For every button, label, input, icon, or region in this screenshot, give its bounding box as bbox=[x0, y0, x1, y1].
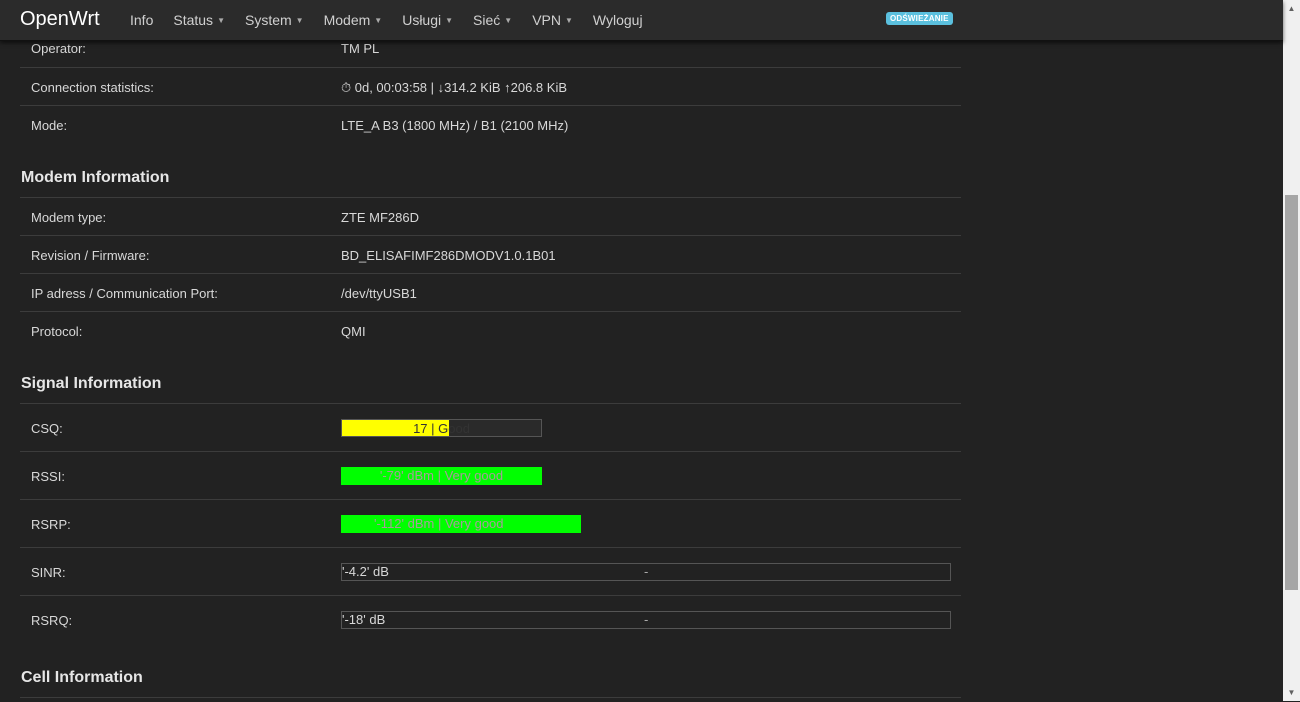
firmware-value: BD_ELISAFIMF286DMODV1.0.1B01 bbox=[341, 248, 556, 263]
nav-siec[interactable]: Sieć ▼ bbox=[463, 0, 522, 40]
csq-label: CSQ: bbox=[31, 421, 63, 436]
csq-bar-text: 17 | Good bbox=[413, 421, 470, 436]
scroll-thumb[interactable] bbox=[1285, 195, 1298, 590]
row-mode: Mode: LTE_A B3 (1800 MHz) / B1 (2100 MHz… bbox=[20, 105, 961, 144]
row-connection-stats: Connection statistics: ⏱ 0d, 00:03:58 | … bbox=[20, 67, 961, 106]
rssi-label: RSSI: bbox=[31, 469, 65, 484]
cell-info-title: Cell Information bbox=[21, 669, 143, 686]
modem-info-title: Modem Information bbox=[21, 169, 170, 186]
rssi-bar-text: '-79' dBm | Very good bbox=[379, 468, 504, 483]
caret-down-icon: ▼ bbox=[504, 16, 513, 26]
rsrp-bar: '-112' dBm | Very good bbox=[341, 515, 581, 533]
nav-modem[interactable]: Modem ▼ bbox=[314, 0, 393, 40]
caret-down-icon: ▼ bbox=[217, 16, 225, 26]
modem-type-value: ZTE MF286D bbox=[341, 210, 420, 225]
row-sinr: SINR: '-4.2' dB - bbox=[20, 547, 961, 596]
row-protocol: Protocol: QMI bbox=[20, 311, 961, 350]
scroll-up-icon[interactable]: ▲ bbox=[1283, 0, 1300, 17]
row-csq: CSQ: 17 | Good bbox=[20, 403, 961, 452]
caret-down-icon: ▼ bbox=[564, 16, 573, 26]
port-value: /dev/ttyUSB1 bbox=[341, 286, 417, 301]
nav-vpn-label: VPN bbox=[532, 12, 561, 28]
main-nav: Info Status ▼ System ▼ Modem ▼ Usługi ▼ Sieć… bbox=[120, 0, 653, 40]
brand-logo[interactable]: OpenWrt bbox=[20, 8, 100, 31]
port-label: IP adress / Communication Port: bbox=[31, 286, 218, 301]
nav-status-label: Status bbox=[173, 12, 214, 28]
navbar: OpenWrt Info Status ▼ System ▼ Modem ▼ Usłu… bbox=[0, 0, 1283, 41]
stats-label: Connection statistics: bbox=[31, 80, 154, 95]
nav-info-label: Info bbox=[130, 12, 154, 28]
rsrq-value: '-18' dB bbox=[342, 612, 386, 627]
row-rssi: RSSI: '-79' dBm | Very good bbox=[20, 451, 961, 500]
row-firmware: Revision / Firmware: BD_ELISAFIMF286DMOD… bbox=[20, 235, 961, 274]
rsrq-label: RSRQ: bbox=[31, 613, 73, 628]
sinr-center: - bbox=[644, 564, 649, 579]
rsrp-label: RSRP: bbox=[31, 517, 71, 532]
mode-label: Mode: bbox=[31, 118, 68, 133]
caret-down-icon: ▼ bbox=[295, 16, 304, 26]
sinr-value: '-4.2' dB bbox=[342, 564, 389, 579]
modem-type-label: Modem type: bbox=[31, 210, 107, 225]
rssi-bar: '-79' dBm | Very good bbox=[341, 467, 542, 485]
nav-logout-label: Wyloguj bbox=[592, 12, 643, 28]
nav-uslugi[interactable]: Usługi ▼ bbox=[392, 0, 463, 40]
nav-system-label: System bbox=[244, 12, 292, 28]
operator-label: Operator: bbox=[31, 41, 86, 56]
nav-status[interactable]: Status ▼ bbox=[163, 0, 235, 40]
nav-logout[interactable]: Wyloguj bbox=[583, 0, 653, 40]
sinr-bar: '-4.2' dB - bbox=[341, 563, 951, 581]
nav-uslugi-label: Usługi bbox=[402, 12, 442, 28]
nav-siec-label: Sieć bbox=[473, 12, 501, 28]
mode-value: LTE_A B3 (1800 MHz) / B1 (2100 MHz) bbox=[341, 118, 569, 133]
rsrq-bar: '-18' dB - bbox=[341, 611, 951, 629]
nav-info[interactable]: Info bbox=[120, 0, 163, 40]
rsrp-bar-text: '-112' dBm | Very good bbox=[374, 516, 504, 531]
nav-system[interactable]: System ▼ bbox=[235, 0, 314, 40]
scroll-down-icon[interactable]: ▼ bbox=[1283, 684, 1300, 701]
caret-down-icon: ▼ bbox=[445, 16, 454, 26]
signal-info-title: Signal Information bbox=[21, 375, 162, 392]
stats-value: ⏱ 0d, 00:03:58 | ↓314.2 KiB ↑206.8 KiB bbox=[341, 80, 567, 95]
protocol-value: QMI bbox=[341, 324, 366, 339]
refresh-badge[interactable]: ODŚWIEŻANIE bbox=[886, 12, 953, 25]
sinr-label: SINR: bbox=[31, 565, 66, 580]
row-port: IP adress / Communication Port: /dev/tty… bbox=[20, 273, 961, 312]
operator-value: TM PL bbox=[341, 41, 380, 56]
vertical-scrollbar[interactable]: ▲ ▼ bbox=[1283, 0, 1300, 701]
row-rsrq: RSRQ: '-18' dB - bbox=[20, 595, 961, 644]
row-cell-partial bbox=[20, 697, 961, 702]
csq-bar: 17 | Good bbox=[341, 419, 542, 437]
nav-vpn[interactable]: VPN ▼ bbox=[522, 0, 583, 40]
row-modem-type: Modem type: ZTE MF286D bbox=[20, 197, 961, 236]
nav-modem-label: Modem bbox=[323, 12, 371, 28]
caret-down-icon: ▼ bbox=[374, 16, 383, 26]
row-rsrp: RSRP: '-112' dBm | Very good bbox=[20, 499, 961, 548]
protocol-label: Protocol: bbox=[31, 324, 83, 339]
rsrq-center: - bbox=[644, 612, 649, 627]
firmware-label: Revision / Firmware: bbox=[31, 248, 150, 263]
